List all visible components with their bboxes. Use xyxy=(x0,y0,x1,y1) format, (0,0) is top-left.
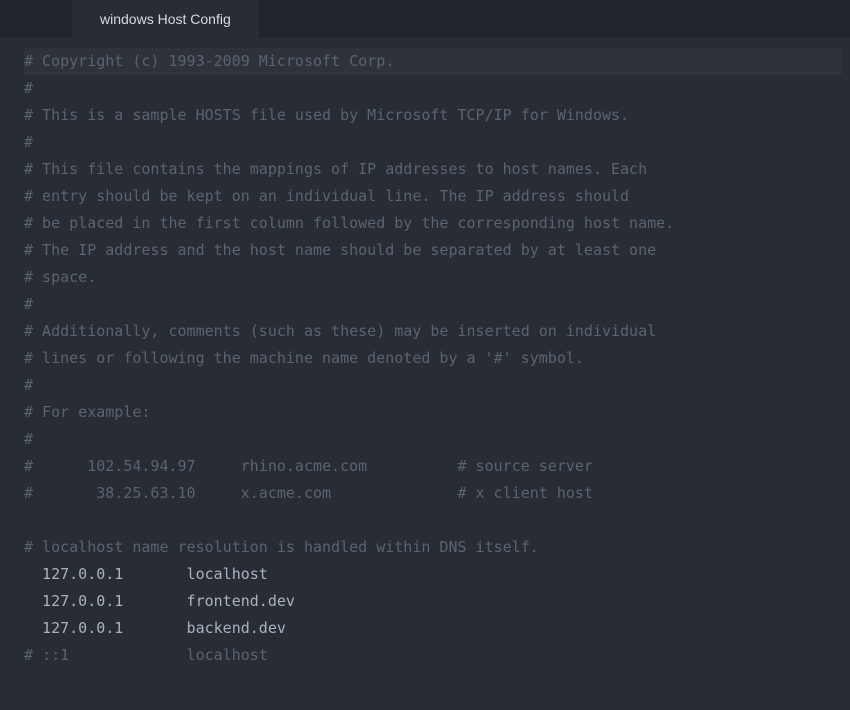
line-number xyxy=(0,291,20,318)
line-number xyxy=(0,48,20,75)
code-line: # 102.54.94.97 rhino.acme.com # source s… xyxy=(24,453,842,480)
line-number xyxy=(0,237,20,264)
tab-spacer xyxy=(0,0,72,38)
code-line: # space. xyxy=(24,264,842,291)
code-line: # Copyright (c) 1993-2009 Microsoft Corp… xyxy=(24,48,842,75)
line-number xyxy=(0,156,20,183)
code-line: # localhost name resolution is handled w… xyxy=(24,534,842,561)
code-line: # xyxy=(24,291,842,318)
editor[interactable]: # Copyright (c) 1993-2009 Microsoft Corp… xyxy=(0,38,850,669)
line-number xyxy=(0,588,20,615)
code-line: 127.0.0.1 backend.dev xyxy=(24,615,842,642)
tab-bar-rest xyxy=(259,0,850,38)
line-number xyxy=(0,183,20,210)
line-number xyxy=(0,426,20,453)
code-line: # Additionally, comments (such as these)… xyxy=(24,318,842,345)
tab-label: windows Host Config xyxy=(100,11,231,27)
code-line: # ::1 localhost xyxy=(24,642,842,669)
line-number xyxy=(0,210,20,237)
line-number-gutter xyxy=(0,48,24,669)
code-line: # xyxy=(24,372,842,399)
code-line xyxy=(24,507,842,534)
line-number xyxy=(0,507,20,534)
code-line: 127.0.0.1 localhost xyxy=(24,561,842,588)
line-number xyxy=(0,534,20,561)
line-number xyxy=(0,75,20,102)
line-number xyxy=(0,642,20,669)
line-number xyxy=(0,561,20,588)
line-number xyxy=(0,102,20,129)
line-number xyxy=(0,399,20,426)
code-line: # entry should be kept on an individual … xyxy=(24,183,842,210)
code-line: # The IP address and the host name shoul… xyxy=(24,237,842,264)
code-line: # xyxy=(24,129,842,156)
line-number xyxy=(0,372,20,399)
code-area[interactable]: # Copyright (c) 1993-2009 Microsoft Corp… xyxy=(24,48,842,669)
code-line: # For example: xyxy=(24,399,842,426)
code-line: # be placed in the first column followed… xyxy=(24,210,842,237)
code-line: 127.0.0.1 frontend.dev xyxy=(24,588,842,615)
code-line: # lines or following the machine name de… xyxy=(24,345,842,372)
code-line: # 38.25.63.10 x.acme.com # x client host xyxy=(24,480,842,507)
code-line: # xyxy=(24,75,842,102)
line-number xyxy=(0,480,20,507)
code-line: # This is a sample HOSTS file used by Mi… xyxy=(24,102,842,129)
tab-bar: windows Host Config xyxy=(0,0,850,38)
line-number xyxy=(0,318,20,345)
line-number xyxy=(0,345,20,372)
code-line: # xyxy=(24,426,842,453)
code-line: # This file contains the mappings of IP … xyxy=(24,156,842,183)
line-number xyxy=(0,453,20,480)
line-number xyxy=(0,264,20,291)
tab-hosts-config[interactable]: windows Host Config xyxy=(72,0,259,38)
line-number xyxy=(0,129,20,156)
line-number xyxy=(0,615,20,642)
